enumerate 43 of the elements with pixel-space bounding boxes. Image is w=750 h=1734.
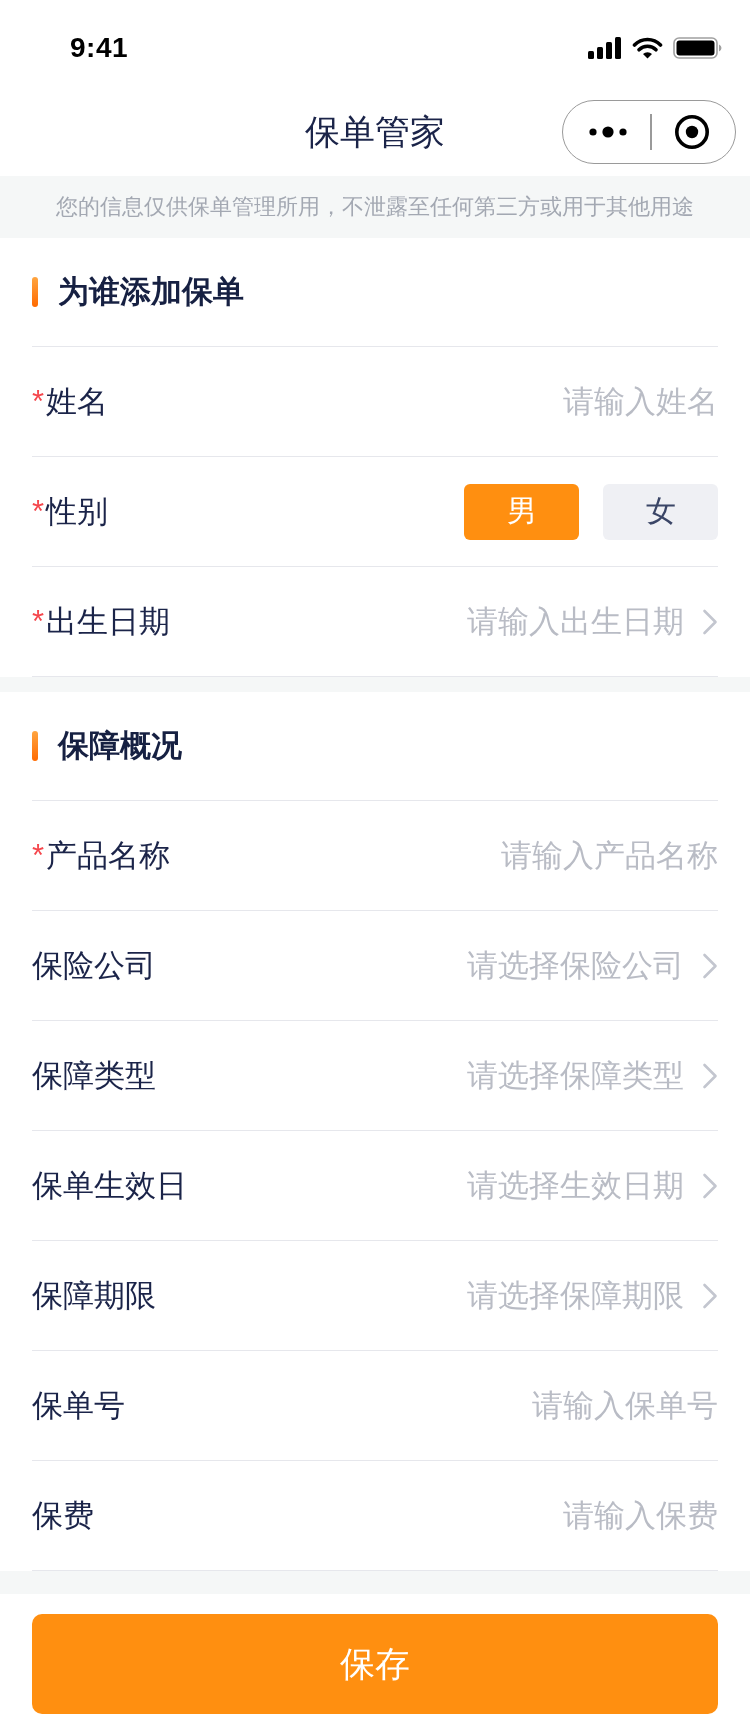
- field-label: 保单号: [32, 1386, 125, 1425]
- input-field[interactable]: 请输入保费: [114, 1490, 718, 1541]
- field-label: 保单生效日: [32, 1166, 187, 1205]
- picker-field[interactable]: 请输入出生日期: [190, 596, 684, 647]
- more-icon[interactable]: [589, 126, 627, 138]
- picker-field[interactable]: 请选择保障期限: [176, 1270, 684, 1321]
- picker-field[interactable]: 请选择生效日期: [207, 1160, 684, 1211]
- required-mark: *: [32, 496, 45, 527]
- required-mark: *: [32, 606, 45, 637]
- accent-bar: [32, 731, 38, 761]
- privacy-notice: 您的信息仅供保单管理所用，不泄露至任何第三方或用于其他用途: [0, 176, 750, 238]
- accent-bar: [32, 277, 38, 307]
- chevron-right-icon: [702, 952, 718, 979]
- picker-field[interactable]: 请选择保险公司: [176, 940, 684, 991]
- field-label: 产品名称: [46, 836, 171, 875]
- field-label: 保障期限: [32, 1276, 156, 1315]
- signal-icon: [588, 37, 622, 59]
- chevron-right-icon: [702, 608, 718, 635]
- status-time: 9:41: [70, 32, 129, 64]
- field-label: 保费: [32, 1496, 94, 1535]
- input-field[interactable]: 请输入保单号: [145, 1380, 718, 1431]
- page-title: 保单管家: [305, 110, 445, 153]
- required-mark: *: [32, 386, 45, 417]
- section-title: 保障概况: [58, 727, 182, 765]
- option-button[interactable]: 男: [464, 483, 579, 540]
- battery-icon: [673, 37, 722, 59]
- option-button[interactable]: 女: [603, 483, 718, 540]
- picker-field[interactable]: 请选择保障类型: [176, 1050, 684, 1101]
- field-label: 保险公司: [32, 946, 156, 985]
- chevron-right-icon: [702, 1282, 718, 1309]
- circle-dot-icon[interactable]: [675, 115, 709, 149]
- input-field[interactable]: 请输入产品名称: [190, 830, 718, 881]
- chevron-right-icon: [702, 1172, 718, 1199]
- field-label: 姓名: [46, 382, 109, 421]
- required-mark: *: [32, 840, 45, 871]
- save-button[interactable]: 保存: [32, 1614, 718, 1714]
- field-label: 保障类型: [32, 1056, 156, 1095]
- field-label: 性别: [46, 492, 109, 531]
- wifi-icon: [632, 37, 663, 59]
- chevron-right-icon: [702, 1062, 718, 1089]
- input-field[interactable]: 请输入姓名: [128, 376, 718, 427]
- section-title: 为谁添加保单: [58, 273, 244, 311]
- field-label: 出生日期: [46, 602, 171, 641]
